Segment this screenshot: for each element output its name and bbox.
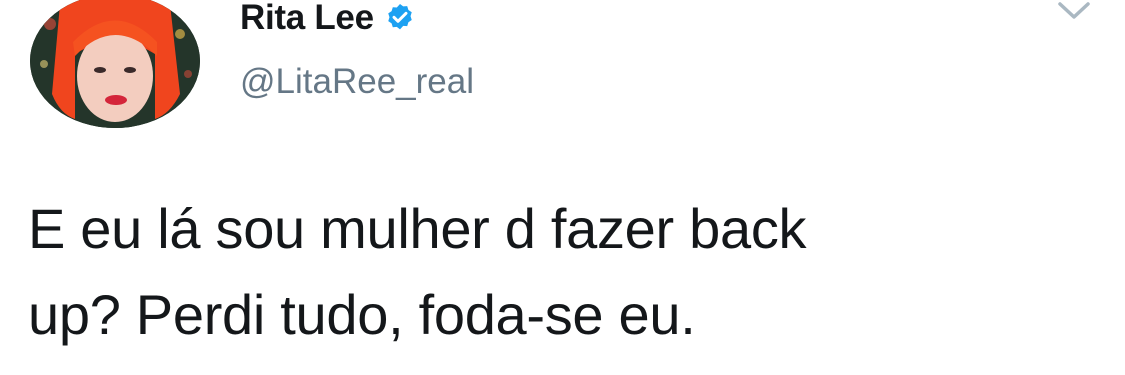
chevron-down-icon[interactable] bbox=[1054, 0, 1094, 24]
author-name-row[interactable]: Rita Lee bbox=[240, 0, 416, 40]
verified-badge-icon bbox=[384, 2, 416, 34]
tweet-text-line: up? Perdi tudo, foda-se eu. bbox=[28, 283, 696, 346]
tweet-card: Rita Lee @LitaRee_real E eu lá sou mulhe… bbox=[0, 0, 1125, 375]
tweet-text-line: E eu lá sou mulher d fazer back bbox=[28, 197, 807, 260]
author-display-name[interactable]: Rita Lee bbox=[240, 0, 374, 38]
avatar[interactable] bbox=[30, 0, 200, 128]
tweet-text: E eu lá sou mulher d fazer back up? Perd… bbox=[28, 186, 1088, 358]
avatar-image bbox=[30, 0, 200, 128]
author-handle[interactable]: @LitaRee_real bbox=[240, 62, 474, 102]
